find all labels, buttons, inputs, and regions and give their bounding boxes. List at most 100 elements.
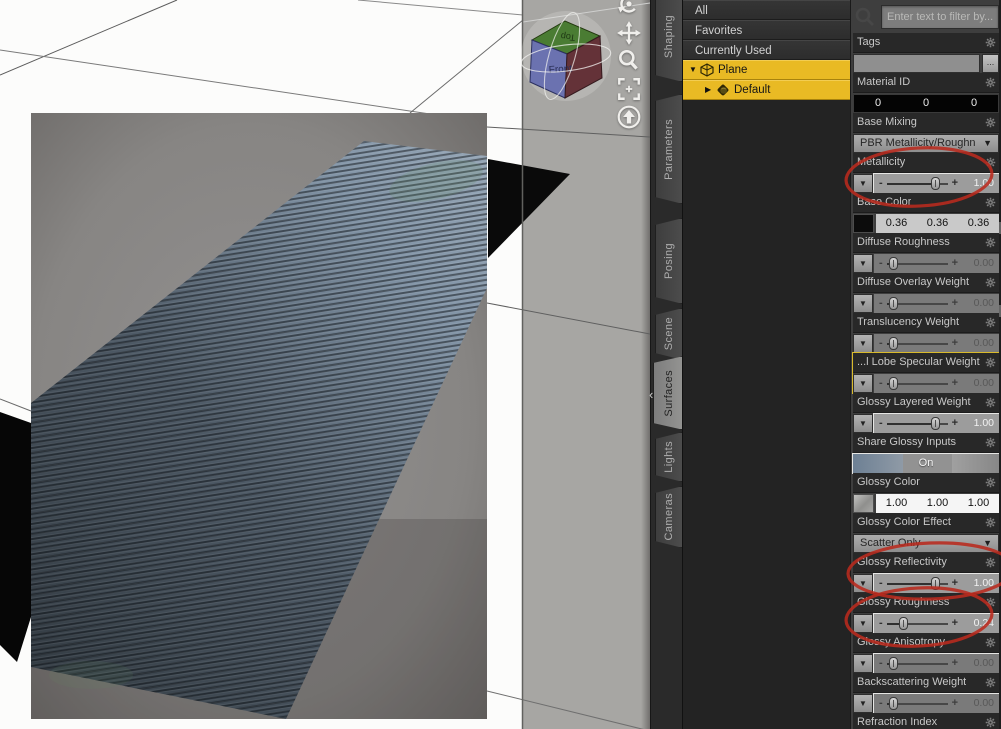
slider-handle[interactable]: [888, 657, 898, 670]
slider-track[interactable]: [886, 337, 948, 350]
slider-value[interactable]: 1.00: [958, 174, 999, 193]
slider-track[interactable]: [886, 377, 948, 390]
slider-options-button[interactable]: ▼: [853, 414, 873, 433]
slider-options-button[interactable]: ▼: [853, 294, 873, 313]
tree-item-default[interactable]: ▶ Default: [683, 80, 851, 100]
pan-icon[interactable]: [614, 20, 644, 46]
slider-handle[interactable]: [888, 297, 898, 310]
slider-backscattering-weight[interactable]: - +0.00: [874, 694, 999, 713]
expander-icon[interactable]: ▼: [689, 60, 700, 80]
slider-handle[interactable]: [888, 377, 898, 390]
slider-handle[interactable]: [899, 617, 909, 630]
slider-l-lobe-specular-weight[interactable]: - +0.00: [874, 374, 999, 393]
slider-value[interactable]: 0.24: [958, 614, 999, 633]
slider-handle[interactable]: [931, 177, 941, 190]
tree-item-plane[interactable]: ▼ Plane: [683, 60, 851, 80]
value-fields-material-id[interactable]: 000: [853, 94, 999, 113]
slider-handle[interactable]: [931, 577, 941, 590]
gear-icon[interactable]: [985, 357, 996, 368]
home-icon[interactable]: [614, 104, 644, 130]
tab-parameters[interactable]: Parameters: [655, 94, 683, 204]
slider-value[interactable]: 0.00: [958, 694, 999, 713]
slider-decrement[interactable]: -: [879, 374, 883, 393]
slider-track[interactable]: [886, 297, 948, 310]
slider-glossy-layered-weight[interactable]: - +1.00: [874, 414, 999, 433]
dropdown-base-mixing[interactable]: PBR Metallicity/Roughn ▼: [853, 134, 999, 153]
value-field[interactable]: 0: [902, 95, 950, 112]
gear-icon[interactable]: [985, 237, 996, 248]
gear-icon[interactable]: [985, 157, 996, 168]
gear-icon[interactable]: [985, 477, 996, 488]
slider-track[interactable]: [886, 617, 948, 630]
slider-track[interactable]: [886, 257, 948, 270]
slider-handle[interactable]: [931, 417, 941, 430]
tab-scene[interactable]: Scene: [655, 308, 683, 360]
slider-options-button[interactable]: ▼: [853, 254, 873, 273]
gear-icon[interactable]: [985, 597, 996, 608]
gear-icon[interactable]: [985, 637, 996, 648]
frame-icon[interactable]: [614, 76, 644, 102]
color-component-value[interactable]: 1.00: [958, 494, 999, 513]
gear-icon[interactable]: [985, 717, 996, 728]
slider-handle[interactable]: [888, 697, 898, 710]
dropdown-glossy-color-effect[interactable]: Scatter Only ▼: [853, 534, 999, 553]
slider-decrement[interactable]: -: [879, 334, 883, 353]
slider-value[interactable]: 1.00: [958, 414, 999, 433]
value-field[interactable]: 0: [950, 95, 998, 112]
color-component-value[interactable]: 0.36: [917, 214, 958, 233]
list-item-favorites[interactable]: Favorites: [683, 20, 851, 40]
tags-input[interactable]: [853, 54, 980, 73]
slider-track[interactable]: [886, 657, 948, 670]
orbit-icon[interactable]: [614, 0, 644, 18]
color-values[interactable]: 1.00 1.00 1.00: [876, 494, 999, 513]
slider-decrement[interactable]: -: [879, 414, 883, 433]
slider-glossy-reflectivity[interactable]: - +1.00: [874, 574, 999, 593]
slider-decrement[interactable]: -: [879, 574, 883, 593]
zoom-icon[interactable]: [614, 48, 644, 74]
slider-handle[interactable]: [888, 257, 898, 270]
slider-decrement[interactable]: -: [879, 614, 883, 633]
slider-glossy-roughness[interactable]: - +0.24: [874, 614, 999, 633]
list-item-all[interactable]: All: [683, 0, 851, 20]
slider-decrement[interactable]: -: [879, 174, 883, 193]
tab-shaping[interactable]: Shaping: [655, 0, 683, 82]
slider-metallicity[interactable]: - +1.00: [874, 174, 999, 193]
color-swatch[interactable]: [853, 494, 874, 513]
slider-decrement[interactable]: -: [879, 694, 883, 713]
color-component-value[interactable]: 0.36: [876, 214, 917, 233]
gear-icon[interactable]: [985, 557, 996, 568]
color-component-value[interactable]: 0.36: [958, 214, 999, 233]
slider-value[interactable]: 0.00: [958, 334, 999, 353]
tab-cameras[interactable]: Cameras: [655, 486, 683, 548]
gear-icon[interactable]: [985, 397, 996, 408]
gear-icon[interactable]: [985, 37, 996, 48]
gear-icon[interactable]: [985, 677, 996, 688]
color-swatch[interactable]: [853, 214, 874, 233]
slider-options-button[interactable]: ▼: [853, 694, 873, 713]
tab-lights[interactable]: Lights: [655, 432, 683, 482]
slider-value[interactable]: 0.00: [958, 294, 999, 313]
browse-button[interactable]: ...: [982, 54, 999, 73]
slider-diffuse-roughness[interactable]: - +0.00: [874, 254, 999, 273]
pane-collapse-icon[interactable]: ‹: [649, 388, 653, 401]
slider-options-button[interactable]: ▼: [853, 614, 873, 633]
slider-decrement[interactable]: -: [879, 294, 883, 313]
gear-icon[interactable]: [985, 77, 996, 88]
slider-options-button[interactable]: ▼: [853, 334, 873, 353]
slider-options-button[interactable]: ▼: [853, 174, 873, 193]
slider-track[interactable]: [886, 417, 948, 430]
view-cube[interactable]: Top Front: [520, 4, 616, 108]
slider-handle[interactable]: [888, 337, 898, 350]
slider-value[interactable]: 1.00: [958, 574, 999, 593]
gear-icon[interactable]: [985, 437, 996, 448]
viewport-3d[interactable]: Top Front: [0, 0, 650, 729]
slider-options-button[interactable]: ▼: [853, 654, 873, 673]
slider-translucency-weight[interactable]: - +0.00: [874, 334, 999, 353]
value-field[interactable]: 0: [854, 95, 902, 112]
slider-track[interactable]: [886, 697, 948, 710]
slider-value[interactable]: 0.00: [958, 374, 999, 393]
gear-icon[interactable]: [985, 517, 996, 528]
slider-options-button[interactable]: ▼: [853, 374, 873, 393]
slider-decrement[interactable]: -: [879, 254, 883, 273]
tab-surfaces[interactable]: Surfaces: [653, 356, 684, 430]
